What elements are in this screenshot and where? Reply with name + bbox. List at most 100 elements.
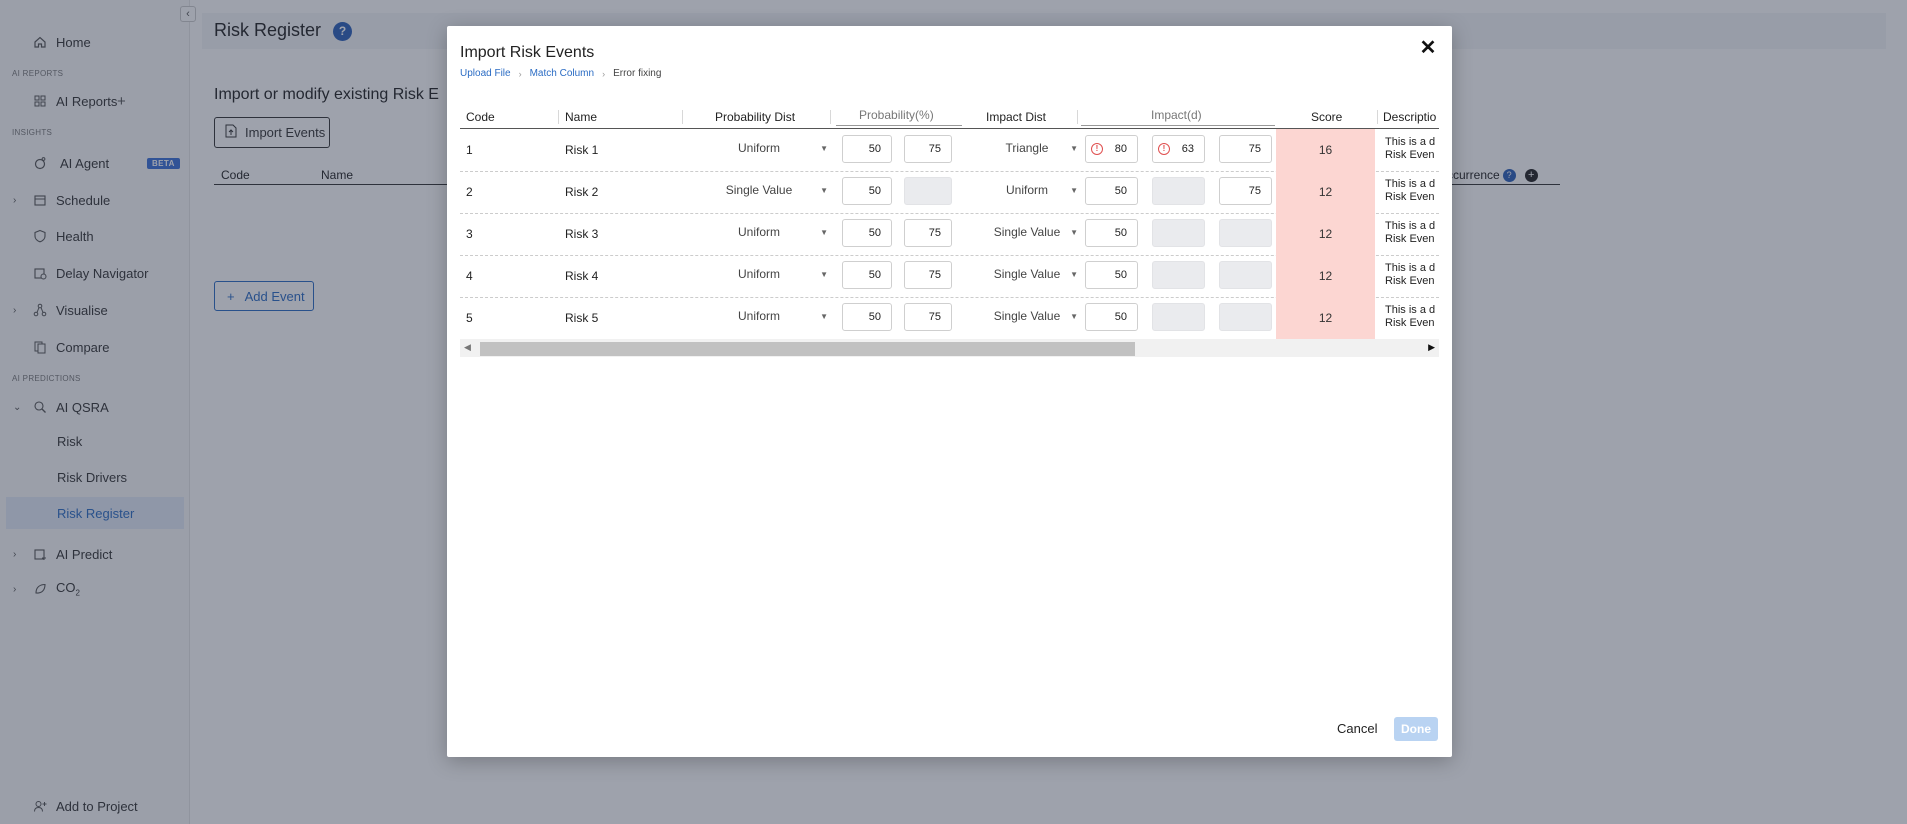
impact-min-input[interactable]: 50 bbox=[1085, 177, 1138, 205]
score-cell: 12 bbox=[1276, 171, 1375, 213]
impact-likely-input bbox=[1152, 177, 1205, 205]
caret-down-icon: ▼ bbox=[1070, 311, 1078, 321]
description-cell: This is a d Risk Even bbox=[1385, 304, 1436, 329]
probability-dist-select[interactable]: Uniform ▼ bbox=[690, 218, 828, 246]
chevron-right-icon: › bbox=[518, 68, 522, 79]
name-cell: Risk 1 bbox=[565, 143, 599, 157]
impact-max-input[interactable]: 75 bbox=[1219, 135, 1272, 163]
scrollbar-thumb[interactable] bbox=[480, 342, 1135, 356]
name-cell: Risk 2 bbox=[565, 185, 599, 199]
probability-dist-select[interactable]: Uniform ▼ bbox=[690, 302, 828, 330]
impact-dist-select[interactable]: Single Value ▼ bbox=[976, 218, 1078, 246]
caret-down-icon: ▼ bbox=[820, 269, 828, 279]
breadcrumb-error-fixing: Error fixing bbox=[613, 68, 662, 79]
import-risk-events-modal: Import Risk Events ✕ Upload File › Match… bbox=[447, 26, 1452, 757]
scroll-right-icon[interactable]: ▶ bbox=[1428, 342, 1435, 353]
description-cell: This is a d Risk Even bbox=[1385, 178, 1436, 203]
caret-down-icon: ▼ bbox=[1070, 269, 1078, 279]
probability-max-input[interactable]: 75 bbox=[904, 135, 952, 163]
code-cell: 1 bbox=[466, 143, 473, 157]
column-header-probability-dist: Probability Dist bbox=[715, 110, 796, 124]
impact-likely-input[interactable]: ! 63 bbox=[1152, 135, 1205, 163]
probability-min-input[interactable]: 50 bbox=[842, 177, 892, 205]
done-button[interactable]: Done bbox=[1394, 717, 1438, 741]
error-icon: ! bbox=[1158, 143, 1170, 155]
probability-min-input[interactable]: 50 bbox=[842, 135, 892, 163]
probability-dist-select[interactable]: Uniform ▼ bbox=[690, 134, 828, 162]
name-cell: Risk 4 bbox=[565, 269, 599, 283]
code-cell: 4 bbox=[466, 269, 473, 283]
column-header-impact: Impact(d) bbox=[1151, 108, 1202, 122]
description-cell: This is a d Risk Even bbox=[1385, 136, 1436, 161]
column-resize-handle[interactable] bbox=[1377, 110, 1378, 124]
description-cell: This is a d Risk Even bbox=[1385, 262, 1436, 287]
probability-max-input[interactable]: 75 bbox=[904, 303, 952, 331]
column-header-name: Name bbox=[565, 110, 598, 124]
caret-down-icon: ▼ bbox=[820, 185, 828, 195]
caret-down-icon: ▼ bbox=[820, 227, 828, 237]
impact-dist-select[interactable]: Single Value ▼ bbox=[976, 302, 1078, 330]
modal-title: Import Risk Events bbox=[460, 44, 595, 61]
name-cell: Risk 5 bbox=[565, 311, 599, 325]
caret-down-icon: ▼ bbox=[1070, 227, 1078, 237]
column-header-code: Code bbox=[466, 110, 495, 124]
probability-min-input[interactable]: 50 bbox=[842, 261, 892, 289]
column-header-description: Descriptio bbox=[1383, 110, 1437, 124]
table-row: 3 Risk 3 Uniform ▼ 50 75 Single Value ▼ 50… bbox=[460, 213, 1439, 255]
impact-min-input[interactable]: ! 80 bbox=[1085, 135, 1138, 163]
impact-group-underline bbox=[1081, 125, 1275, 126]
impact-max-input bbox=[1219, 219, 1272, 247]
table-row: 2 Risk 2 Single Value ▼ 50 Uniform ▼ 50 75… bbox=[460, 171, 1439, 213]
table-row: 1 Risk 1 Uniform ▼ 50 75 Triangle ▼ ! 80 ! 6… bbox=[460, 129, 1439, 171]
score-cell: 12 bbox=[1276, 213, 1375, 255]
horizontal-scrollbar[interactable]: ◀ ▶ bbox=[460, 339, 1439, 357]
score-cell: 12 bbox=[1276, 297, 1375, 339]
impact-max-input bbox=[1219, 303, 1272, 331]
impact-likely-input bbox=[1152, 261, 1205, 289]
caret-down-icon: ▼ bbox=[820, 311, 828, 321]
probability-dist-select[interactable]: Single Value ▼ bbox=[690, 176, 828, 204]
caret-down-icon: ▼ bbox=[1070, 185, 1078, 195]
probability-min-input[interactable]: 50 bbox=[842, 303, 892, 331]
probability-min-input[interactable]: 50 bbox=[842, 219, 892, 247]
error-icon: ! bbox=[1091, 143, 1103, 155]
column-resize-handle[interactable] bbox=[1077, 110, 1078, 124]
impact-likely-input bbox=[1152, 303, 1205, 331]
breadcrumb-upload-file[interactable]: Upload File bbox=[460, 68, 511, 79]
table-row: 4 Risk 4 Uniform ▼ 50 75 Single Value ▼ 50… bbox=[460, 255, 1439, 297]
caret-down-icon: ▼ bbox=[1070, 143, 1078, 153]
code-cell: 3 bbox=[466, 227, 473, 241]
breadcrumb-match-column[interactable]: Match Column bbox=[530, 68, 594, 79]
impact-min-input[interactable]: 50 bbox=[1085, 261, 1138, 289]
breadcrumb: Upload File › Match Column › Error fixin… bbox=[460, 68, 661, 79]
impact-max-input[interactable]: 75 bbox=[1219, 177, 1272, 205]
column-header-impact-dist: Impact Dist bbox=[986, 110, 1047, 124]
column-resize-handle[interactable] bbox=[682, 110, 683, 124]
probability-max-input bbox=[904, 177, 952, 205]
caret-down-icon: ▼ bbox=[820, 143, 828, 153]
cancel-button[interactable]: Cancel bbox=[1337, 721, 1377, 736]
impact-min-input[interactable]: 50 bbox=[1085, 219, 1138, 247]
close-icon[interactable]: ✕ bbox=[1419, 38, 1437, 58]
column-header-score: Score bbox=[1311, 110, 1343, 124]
impact-min-input[interactable]: 50 bbox=[1085, 303, 1138, 331]
impact-dist-select[interactable]: Triangle ▼ bbox=[976, 134, 1078, 162]
table-row: 5 Risk 5 Uniform ▼ 50 75 Single Value ▼ 50… bbox=[460, 297, 1439, 339]
column-resize-handle[interactable] bbox=[830, 110, 831, 124]
column-resize-handle[interactable] bbox=[558, 110, 559, 124]
probability-max-input[interactable]: 75 bbox=[904, 261, 952, 289]
score-cell: 12 bbox=[1276, 255, 1375, 297]
column-header-probability: Probability(%) bbox=[859, 108, 934, 122]
impact-dist-select[interactable]: Uniform ▼ bbox=[976, 176, 1078, 204]
scroll-left-icon[interactable]: ◀ bbox=[464, 342, 471, 353]
impact-dist-select[interactable]: Single Value ▼ bbox=[976, 260, 1078, 288]
import-table: Code Name Probability Dist Probability(%… bbox=[460, 106, 1439, 366]
chevron-right-icon: › bbox=[602, 68, 606, 79]
code-cell: 5 bbox=[466, 311, 473, 325]
impact-max-input bbox=[1219, 261, 1272, 289]
probability-dist-select[interactable]: Uniform ▼ bbox=[690, 260, 828, 288]
impact-likely-input bbox=[1152, 219, 1205, 247]
code-cell: 2 bbox=[466, 185, 473, 199]
score-cell: 16 bbox=[1276, 129, 1375, 171]
probability-max-input[interactable]: 75 bbox=[904, 219, 952, 247]
